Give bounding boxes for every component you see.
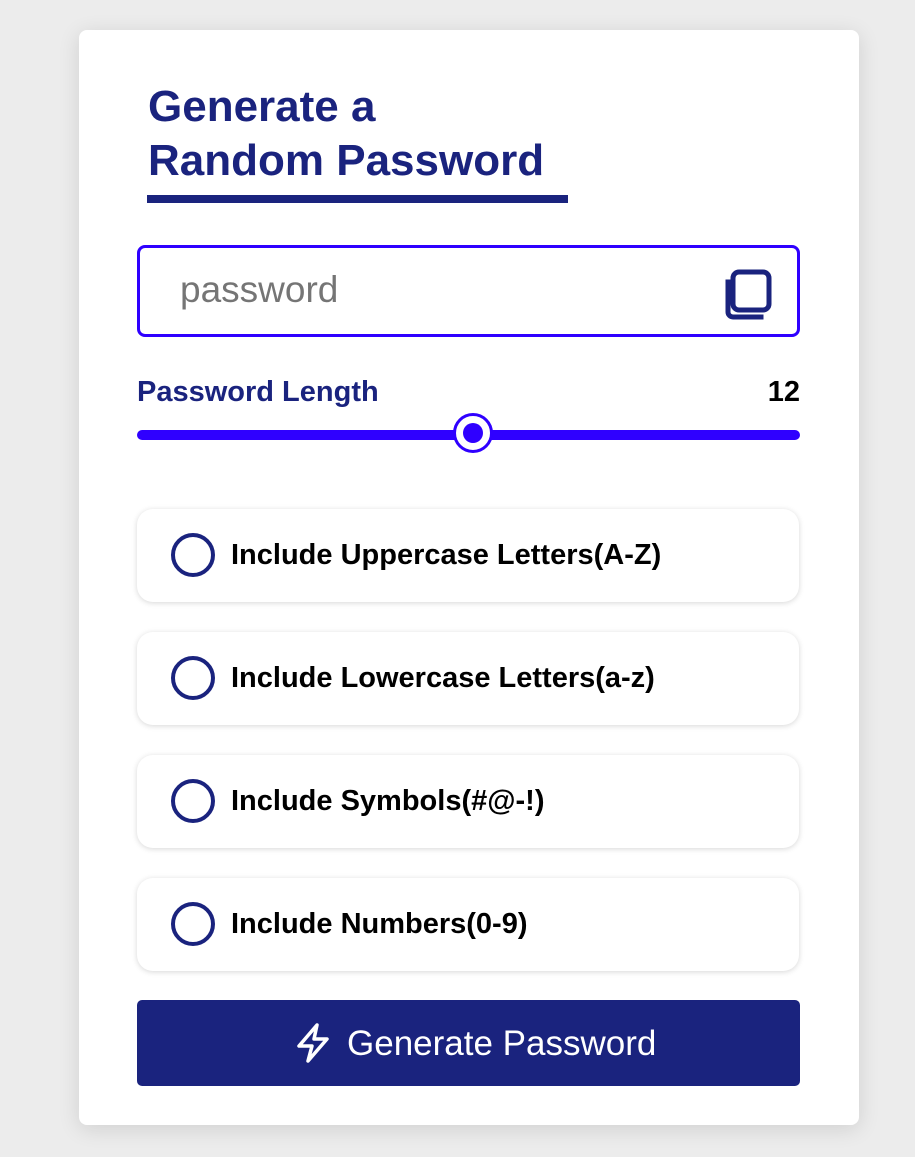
lowercase-radio[interactable] [171,656,215,700]
numbers-radio[interactable] [171,902,215,946]
password-length-row: Password Length 12 [137,376,800,412]
option-numbers[interactable]: Include Numbers(0-9) [137,878,799,971]
lightning-bolt-icon [297,1023,329,1063]
password-field-container [137,245,800,337]
title-line-1: Generate a [148,82,376,131]
option-lowercase[interactable]: Include Lowercase Letters(a-z) [137,632,799,725]
copy-icon [725,269,772,320]
uppercase-radio[interactable] [171,533,215,577]
password-length-slider-thumb[interactable] [453,413,493,453]
generate-password-button[interactable]: Generate Password [137,1000,800,1086]
option-symbols[interactable]: Include Symbols(#@-!) [137,755,799,848]
title-line-2: Random Password [148,136,545,185]
generate-password-label: Generate Password [347,1024,657,1063]
password-length-label: Password Length [137,376,379,408]
title-underline [147,195,568,203]
copy-button[interactable] [725,268,775,320]
password-generator-card: Generate a Random Password Password Leng… [79,30,859,1125]
option-uppercase[interactable]: Include Uppercase Letters(A-Z) [137,509,799,602]
password-length-value: 12 [767,376,800,408]
password-input[interactable] [180,266,700,314]
option-lowercase-label: Include Lowercase Letters(a-z) [231,662,655,694]
option-symbols-label: Include Symbols(#@-!) [231,785,545,817]
symbols-radio[interactable] [171,779,215,823]
option-numbers-label: Include Numbers(0-9) [231,908,528,940]
page-title: Generate a Random Password [148,80,588,188]
option-uppercase-label: Include Uppercase Letters(A-Z) [231,539,662,571]
